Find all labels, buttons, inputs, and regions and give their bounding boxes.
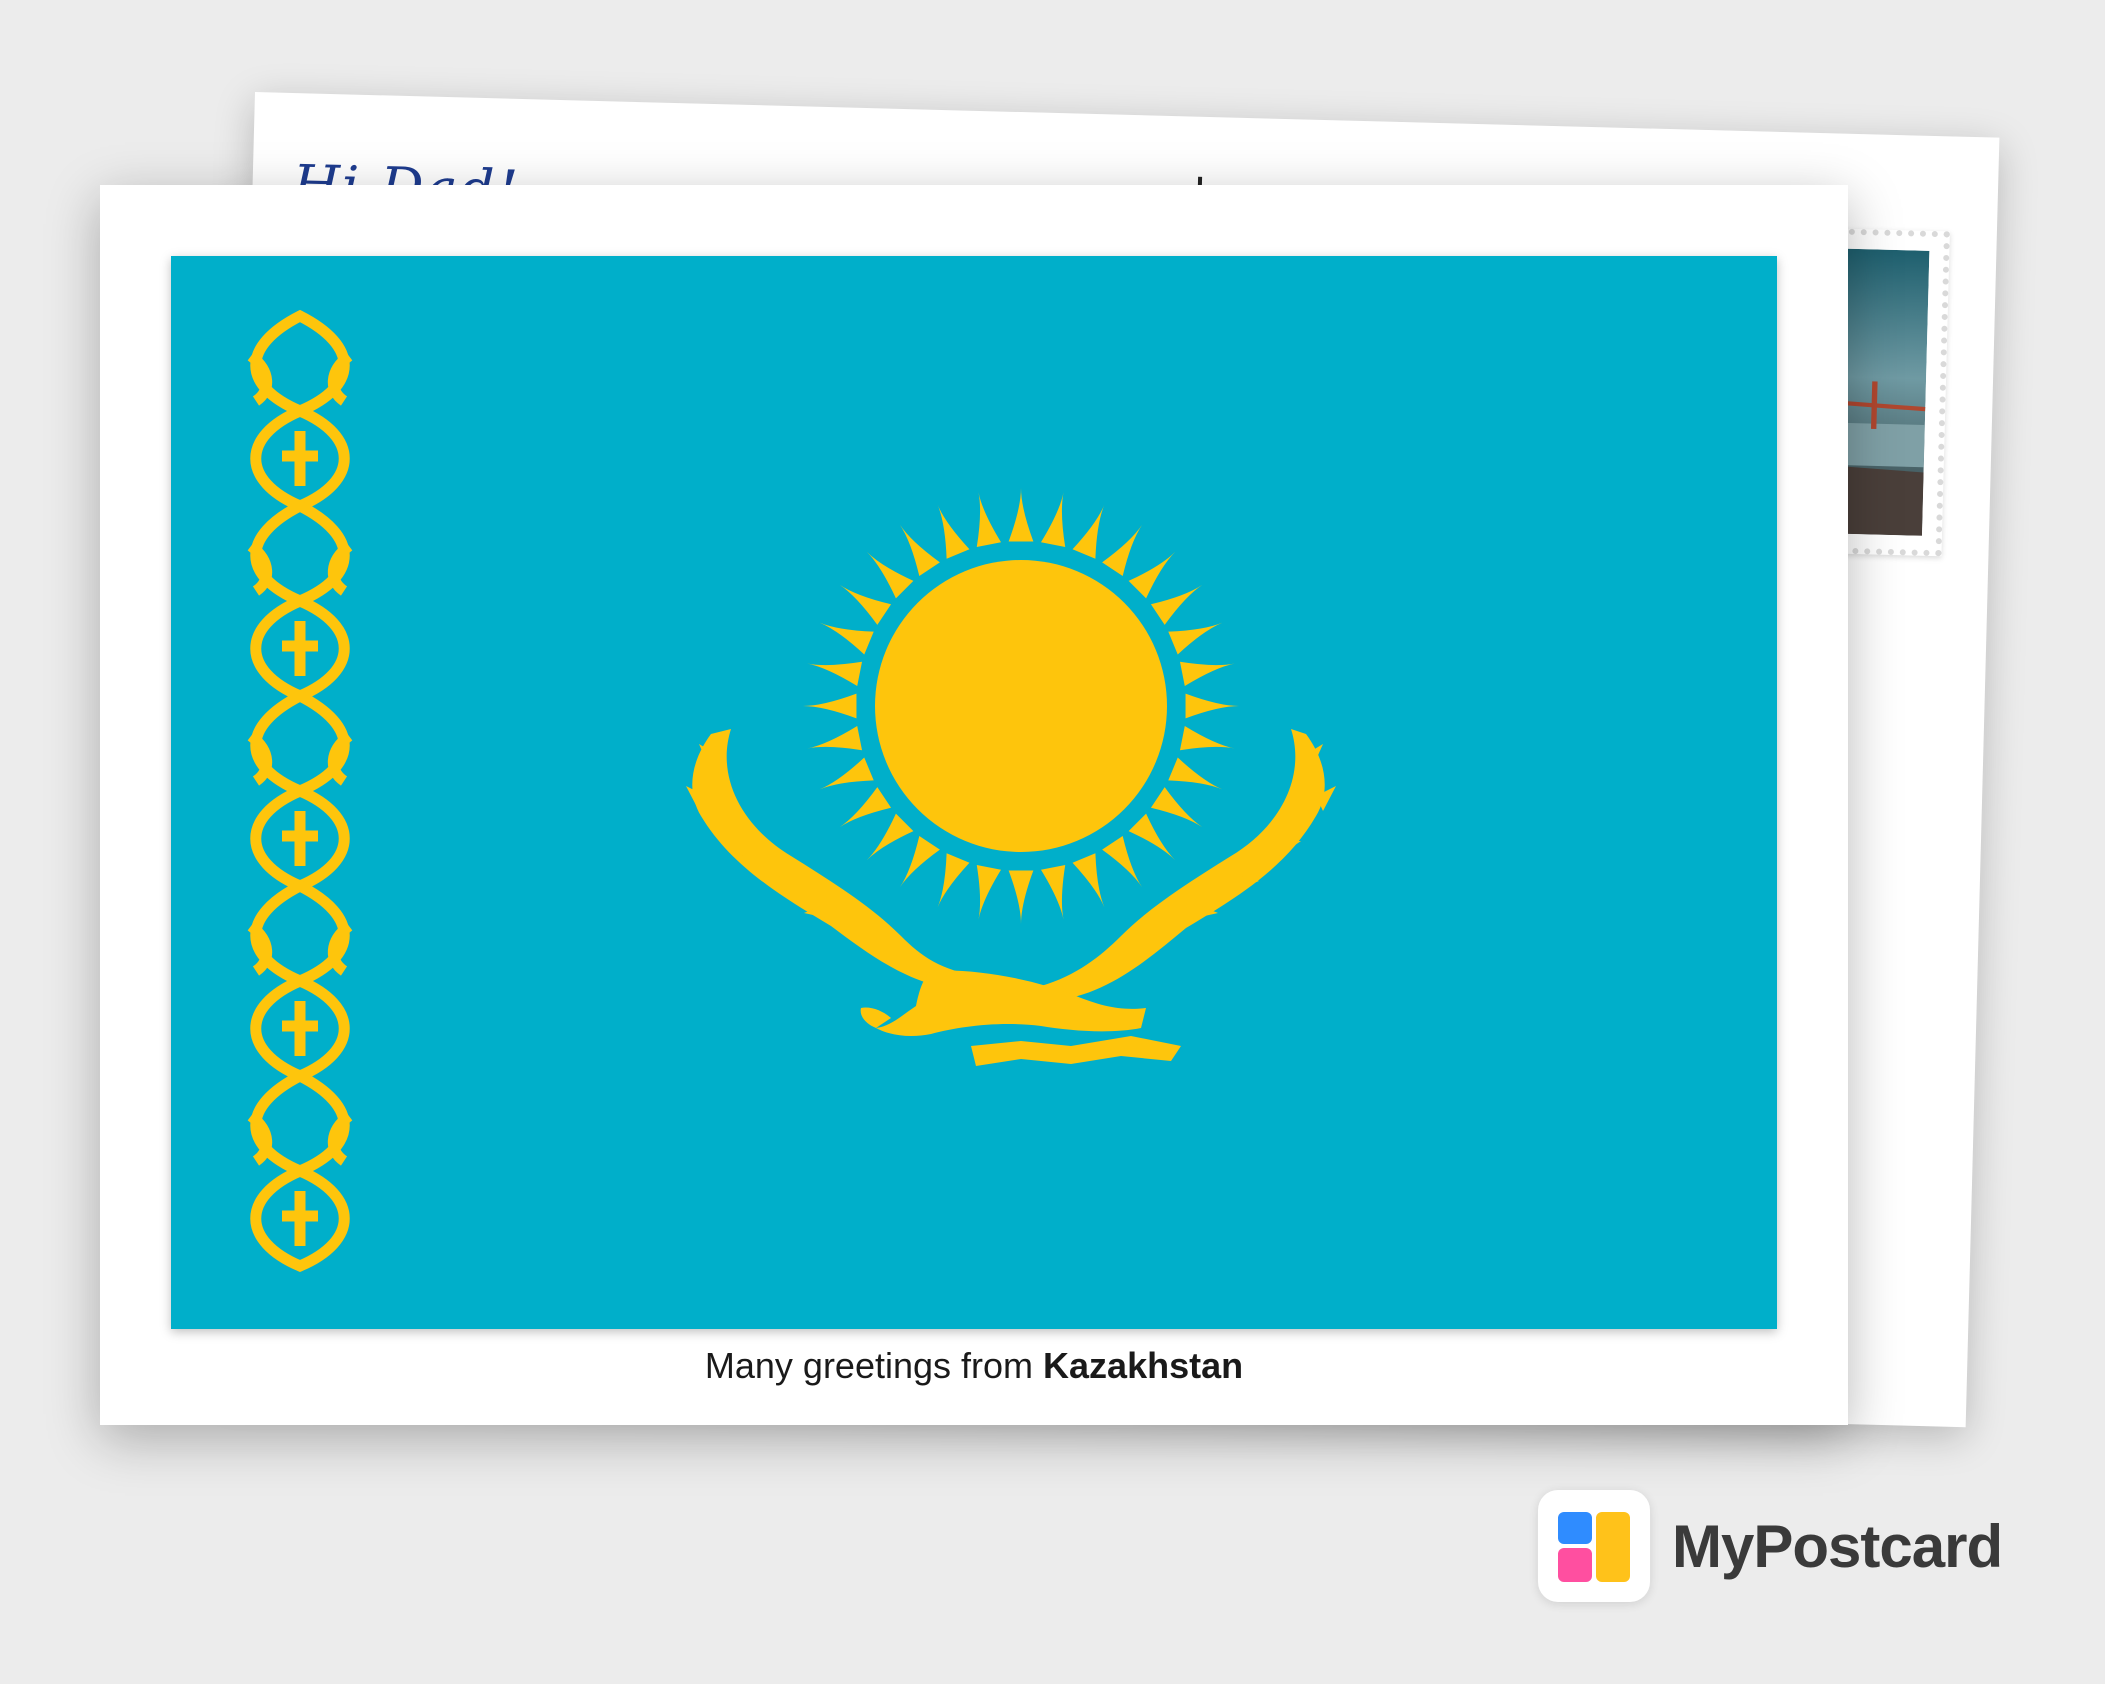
flag-graphic: [171, 256, 1777, 1329]
sun-icon: [875, 560, 1167, 852]
brand-name: MyPostcard: [1672, 1512, 2003, 1580]
caption-prefix: Many greetings from: [704, 1345, 1044, 1386]
kazakhstan-flag: [171, 256, 1777, 1329]
caption-country: Kazakhstan: [1043, 1345, 1244, 1386]
mypostcard-logo-icon: [1538, 1490, 1650, 1602]
postcard-caption: Many greetings from Kazakhstan: [100, 1345, 1848, 1387]
brand-block[interactable]: MyPostcard: [1538, 1490, 2003, 1602]
front-postcard: Many greetings from Kazakhstan: [100, 185, 1848, 1425]
